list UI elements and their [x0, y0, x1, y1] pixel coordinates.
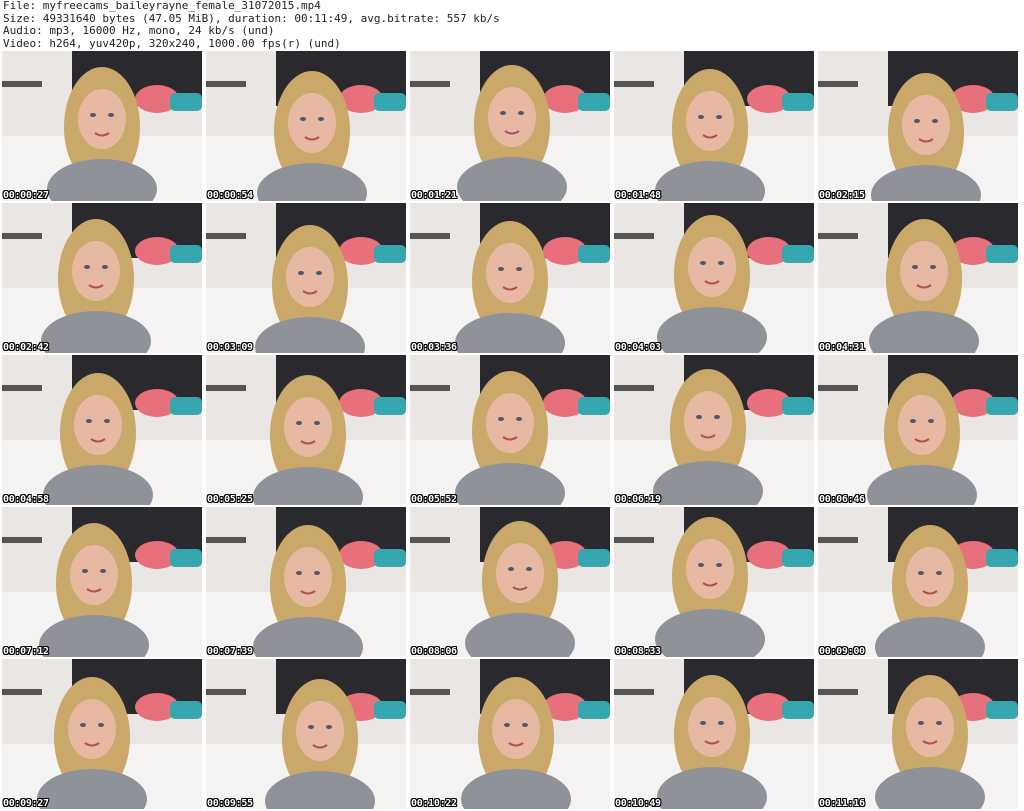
video-thumbnail: 00:07:39: [206, 507, 406, 657]
video-frame-icon: [818, 51, 1018, 201]
video-frame-icon: [206, 507, 406, 657]
thumbnail-timestamp: 00:05:25: [207, 494, 253, 505]
video-frame-icon: [206, 203, 406, 353]
thumbnail-timestamp: 00:03:36: [411, 342, 457, 353]
video-thumbnail: 00:08:06: [410, 507, 610, 657]
thumbnail-timestamp: 00:04:03: [615, 342, 661, 353]
audio-info-line: Audio: mp3, 16000 Hz, mono, 24 kb/s (und…: [3, 24, 275, 37]
video-frame-icon: [410, 355, 610, 505]
video-thumbnail: 00:02:15: [818, 51, 1018, 201]
file-info-header: File: myfreecams_baileyrayne_female_3107…: [3, 0, 500, 50]
video-frame-icon: [818, 203, 1018, 353]
video-thumbnail: 00:02:42: [2, 203, 202, 353]
thumbnail-timestamp: 00:10:22: [411, 798, 457, 809]
video-frame-icon: [2, 355, 202, 505]
thumbnail-timestamp: 00:09:27: [3, 798, 49, 809]
thumbnail-timestamp: 00:07:12: [3, 646, 49, 657]
video-frame-icon: [2, 507, 202, 657]
video-frame-icon: [206, 355, 406, 505]
thumbnail-timestamp: 00:10:49: [615, 798, 661, 809]
thumbnail-timestamp: 00:07:39: [207, 646, 253, 657]
thumbnail-timestamp: 00:09:00: [819, 646, 865, 657]
video-thumbnail: 00:01:21: [410, 51, 610, 201]
video-thumbnail: 00:07:12: [2, 507, 202, 657]
video-frame-icon: [410, 507, 610, 657]
video-frame-icon: [2, 51, 202, 201]
thumbnail-timestamp: 00:01:21: [411, 190, 457, 201]
video-thumbnail: 00:04:03: [614, 203, 814, 353]
thumbnail-timestamp: 00:08:33: [615, 646, 661, 657]
thumbnail-timestamp: 00:02:42: [3, 342, 49, 353]
thumbnail-timestamp: 00:11:16: [819, 798, 865, 809]
thumbnail-timestamp: 00:02:15: [819, 190, 865, 201]
video-frame-icon: [2, 203, 202, 353]
thumbnail-timestamp: 00:04:58: [3, 494, 49, 505]
video-frame-icon: [206, 659, 406, 809]
video-thumbnail: 00:06:46: [818, 355, 1018, 505]
thumbnail-timestamp: 00:09:55: [207, 798, 253, 809]
video-thumbnail: 00:05:52: [410, 355, 610, 505]
video-frame-icon: [614, 51, 814, 201]
file-name-line: File: myfreecams_baileyrayne_female_3107…: [3, 0, 321, 12]
video-thumbnail: 00:03:09: [206, 203, 406, 353]
video-thumbnail: 00:09:55: [206, 659, 406, 809]
thumbnail-timestamp: 00:03:09: [207, 342, 253, 353]
video-thumbnail: 00:09:27: [2, 659, 202, 809]
video-frame-icon: [818, 355, 1018, 505]
video-thumbnail: 00:06:19: [614, 355, 814, 505]
thumbnail-grid: 00:00:27 00:00:54 00:01:21 00:01:48 00:02:15…: [2, 51, 1022, 810]
video-frame-icon: [614, 507, 814, 657]
thumbnail-timestamp: 00:04:31: [819, 342, 865, 353]
thumbnail-timestamp: 00:06:46: [819, 494, 865, 505]
video-thumbnail: 00:00:54: [206, 51, 406, 201]
video-thumbnail: 00:04:31: [818, 203, 1018, 353]
video-thumbnail: 00:03:36: [410, 203, 610, 353]
thumbnail-timestamp: 00:00:54: [207, 190, 253, 201]
video-thumbnail: 00:08:33: [614, 507, 814, 657]
thumbnail-timestamp: 00:00:27: [3, 190, 49, 201]
video-thumbnail: 00:01:48: [614, 51, 814, 201]
video-thumbnail: 00:04:58: [2, 355, 202, 505]
video-thumbnail: 00:00:27: [2, 51, 202, 201]
video-thumbnail: 00:05:25: [206, 355, 406, 505]
thumbnail-timestamp: 00:08:06: [411, 646, 457, 657]
video-frame-icon: [410, 659, 610, 809]
video-thumbnail: 00:10:49: [614, 659, 814, 809]
video-frame-icon: [614, 203, 814, 353]
thumbnail-timestamp: 00:01:48: [615, 190, 661, 201]
video-frame-icon: [410, 203, 610, 353]
video-frame-icon: [614, 659, 814, 809]
video-frame-icon: [206, 51, 406, 201]
video-frame-icon: [410, 51, 610, 201]
video-thumbnail: 00:11:16: [818, 659, 1018, 809]
video-thumbnail: 00:10:22: [410, 659, 610, 809]
video-thumbnail: 00:09:00: [818, 507, 1018, 657]
video-frame-icon: [614, 355, 814, 505]
video-frame-icon: [818, 659, 1018, 809]
thumbnail-timestamp: 00:06:19: [615, 494, 661, 505]
thumbnail-timestamp: 00:05:52: [411, 494, 457, 505]
video-info-line: Video: h264, yuv420p, 320x240, 1000.00 f…: [3, 36, 341, 50]
video-frame-icon: [2, 659, 202, 809]
video-frame-icon: [818, 507, 1018, 657]
